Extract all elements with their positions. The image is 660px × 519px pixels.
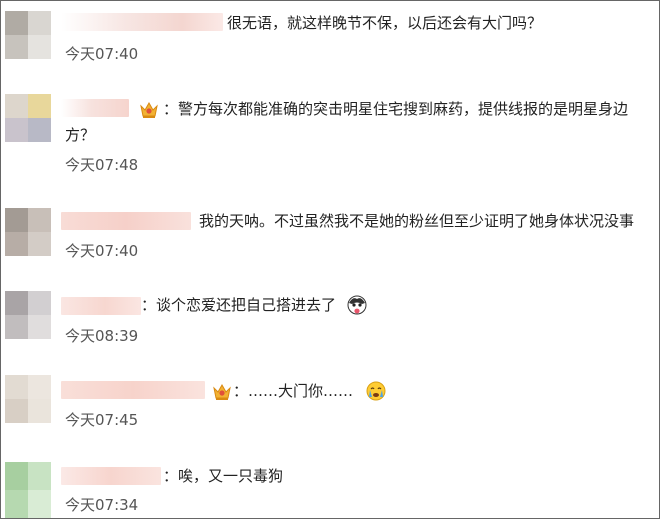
username[interactable]: [61, 99, 129, 117]
comment-text: ：唉，又一只毒狗: [163, 467, 284, 485]
avatar[interactable]: [5, 462, 51, 518]
comment-text: ：……大门你……: [233, 382, 354, 400]
avatar[interactable]: [5, 291, 51, 339]
username[interactable]: [61, 381, 205, 399]
avatar[interactable]: [5, 94, 51, 142]
avatar[interactable]: [5, 11, 51, 59]
timestamp: 今天07:34: [65, 496, 139, 514]
username[interactable]: [61, 297, 141, 315]
comment-text: ：谈个恋爱还把自己搭进去了: [141, 296, 337, 314]
timestamp: 今天07:45: [65, 411, 139, 429]
username[interactable]: [61, 467, 161, 485]
comment-text: 很无语，就这样晚节不保，以后还会有大门吗？: [227, 14, 543, 32]
timestamp: 今天07:40: [65, 242, 139, 260]
timestamp: 今天08:39: [65, 327, 139, 345]
husky-tongue-emoji: [347, 295, 367, 315]
avatar[interactable]: [5, 208, 51, 256]
comment-list: 很无语，就这样晚节不保，以后还会有大门吗？ 今天07:40 ：警方每次都能准确的…: [0, 0, 660, 519]
timestamp: 今天07:40: [65, 45, 139, 63]
comment-text: ：警方每次都能准确的突击明星住宅搜到麻药，提供线报的是明星身边: [163, 100, 629, 118]
vip-crown-icon: [140, 101, 158, 118]
comment-text: 我的天呐。不过虽然我不是她的粉丝但至少证明了她身体状况没事: [199, 212, 635, 230]
crying-face-emoji: [366, 381, 386, 401]
timestamp: 今天07:48: [65, 156, 139, 174]
avatar[interactable]: [5, 375, 51, 423]
comment-text-continued: 方？: [65, 126, 96, 144]
username[interactable]: [61, 212, 191, 230]
vip-crown-icon: [213, 383, 231, 400]
username[interactable]: [61, 13, 223, 31]
